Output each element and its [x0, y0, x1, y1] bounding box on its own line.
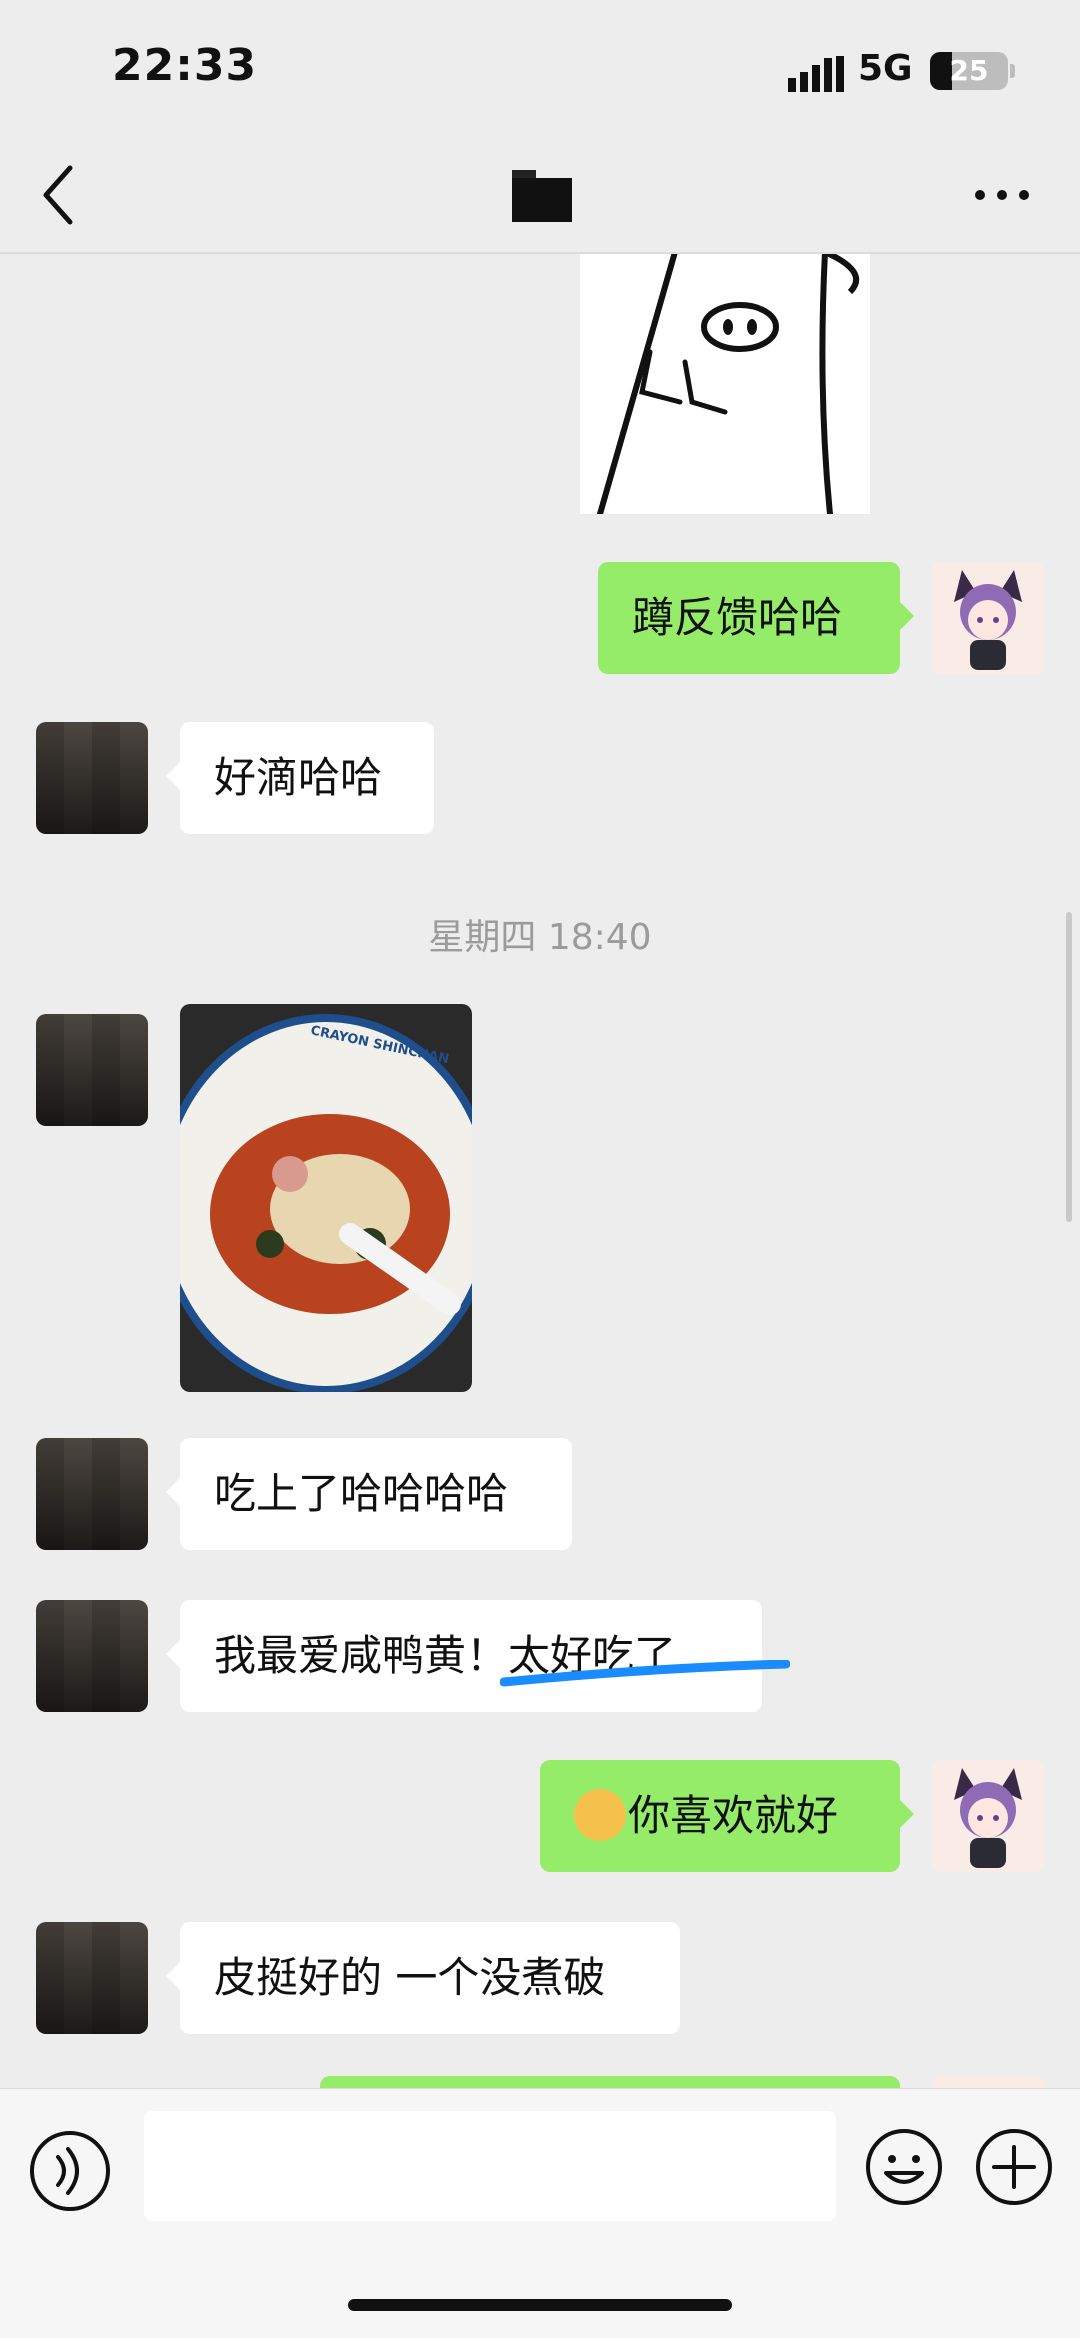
message-bubble-received[interactable]: 吃上了哈哈哈哈 [166, 1438, 572, 1550]
network-label: 5G [858, 48, 913, 89]
battery-level: 25 [949, 54, 989, 87]
message-list[interactable]: 蹲反馈哈哈 好滴哈哈 星期四 18:40 CRAYON SHINCHAN 吃上了… [0, 252, 1080, 2088]
contact-avatar[interactable] [36, 1922, 148, 2034]
battery-icon: 25 [930, 52, 1008, 90]
input-bar [0, 2088, 1080, 2338]
message-text: 吃上了哈哈哈哈 [214, 1469, 509, 1518]
chevron-left-icon[interactable] [36, 160, 86, 230]
anime-avatar-image [954, 570, 1022, 670]
contact-avatar[interactable] [36, 1438, 148, 1550]
message-bubble-sent[interactable]: 你喜欢就好 [540, 1760, 914, 1872]
pig-sticker-image [597, 252, 860, 517]
highlight-underline [500, 1660, 790, 1687]
anime-avatar-image [954, 1768, 1022, 1868]
signal-icon [788, 56, 844, 92]
message-text: 好滴哈哈 [214, 753, 383, 802]
emoji-icon[interactable] [864, 2127, 944, 2207]
plus-icon[interactable] [974, 2127, 1054, 2207]
self-avatar[interactable] [932, 562, 1044, 674]
message-text: 蹲反馈哈哈 [632, 593, 843, 642]
contact-avatar[interactable] [36, 1014, 148, 1126]
message-bubble-received[interactable]: 我最爱咸鸭黄！太好吃了 [166, 1600, 762, 1712]
message-bubble-sent-partial[interactable] [320, 2076, 900, 2088]
wonton-bowl-photo: CRAYON SHINCHAN [180, 1004, 472, 1392]
message-bubble-received[interactable]: 皮挺好的 一个没煮破 [166, 1922, 680, 2034]
message-bubble-sent[interactable]: 蹲反馈哈哈 [598, 562, 914, 674]
contact-avatar[interactable] [36, 722, 148, 834]
contact-name-redacted [512, 170, 572, 222]
message-bubble-received[interactable]: 好滴哈哈 [166, 722, 434, 834]
message-text: 皮挺好的 一个没煮破 [214, 1953, 606, 2002]
message-text: 你喜欢就好 [628, 1791, 839, 1840]
photo-message[interactable]: CRAYON SHINCHAN [180, 1004, 472, 1392]
message-input[interactable] [144, 2111, 836, 2221]
clock: 22:33 [112, 40, 258, 91]
voice-icon[interactable] [28, 2129, 112, 2213]
status-bar: 22:33 5G 25 [0, 0, 1080, 140]
message-timestamp: 星期四 18:40 [428, 917, 652, 958]
self-avatar-partial[interactable] [932, 2076, 1044, 2088]
self-avatar[interactable] [932, 1760, 1044, 1872]
more-dots-icon[interactable] [972, 180, 1032, 210]
battery-tip [1010, 64, 1015, 78]
scrollbar[interactable] [1066, 912, 1072, 1222]
chat-header [0, 140, 1080, 254]
contact-avatar[interactable] [36, 1600, 148, 1712]
smile-emoji-icon [574, 1788, 626, 1841]
sticker-message[interactable] [580, 252, 870, 517]
home-indicator[interactable] [348, 2299, 732, 2311]
